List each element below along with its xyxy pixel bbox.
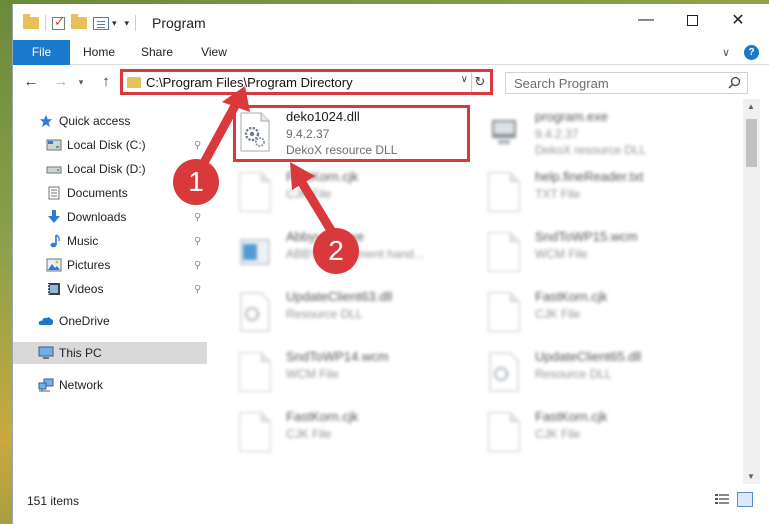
annotation-badge-1: 1 bbox=[173, 159, 219, 205]
annotation-arrows bbox=[195, 86, 337, 237]
arrow-2-shaft bbox=[296, 176, 337, 237]
annotation-badge-2: 2 bbox=[313, 228, 359, 274]
